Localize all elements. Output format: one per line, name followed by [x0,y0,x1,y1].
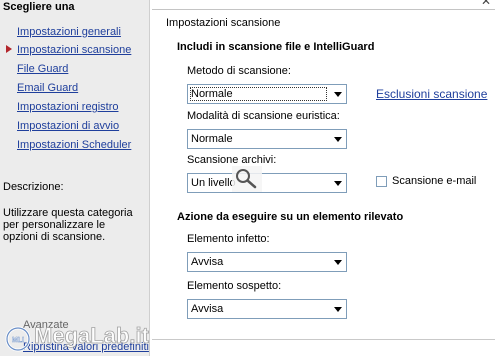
description-text: Utilizzare questa categoria per personal… [3,207,133,243]
include-group-title: Includi in scansione file e IntelliGuard [177,41,375,53]
suspicious-item-select[interactable]: Avvisa [187,299,347,319]
magnifier-cursor-icon [232,166,262,192]
sidebar: Scegliere una Impostazioni generali Impo… [0,0,150,356]
settings-panel: ✕ Impostazioni scansione Includi in scan… [152,0,495,356]
chevron-down-icon[interactable] [329,85,346,103]
chevron-down-icon[interactable] [329,130,346,148]
action-group-title: Azione da eseguire su un elemento rileva… [177,211,404,223]
megalab-watermark-logo: MLI MegaLab.it [5,323,150,352]
email-scan-label: Scansione e-mail [392,175,477,187]
scan-method-select[interactable]: Normale [187,84,347,104]
chevron-down-icon[interactable] [329,174,346,192]
sidebar-item-file-guard[interactable]: File Guard [17,63,68,75]
sidebar-item-scan-settings[interactable]: Impostazioni scansione [17,44,131,56]
scan-method-label: Metodo di scansione: [187,65,291,77]
infected-item-label: Elemento infetto: [187,233,270,245]
sidebar-item-general-settings[interactable]: Impostazioni generali [17,26,121,38]
bottom-divider [152,339,495,340]
sidebar-title: Scegliere una [3,1,75,13]
archive-scan-label: Scansione archivi: [187,154,277,166]
close-icon[interactable]: ✕ [481,0,491,8]
panel-top-strip: ✕ [152,0,495,10]
active-item-marker-icon [6,45,12,53]
chevron-down-icon[interactable] [329,300,346,318]
svg-text:MLI: MLI [12,337,24,344]
section-title: Impostazioni scansione [166,17,281,29]
sidebar-item-email-guard[interactable]: Email Guard [17,82,78,94]
svg-text:MegaLab.it: MegaLab.it [34,323,150,348]
chevron-down-icon[interactable] [329,253,346,271]
heuristic-mode-value: Normale [191,133,233,145]
scan-method-value: Normale [190,87,327,101]
infected-item-value: Avvisa [191,256,224,268]
suspicious-item-label: Elemento sospetto: [187,280,282,292]
archive-scan-value: Un livello [191,177,236,189]
sidebar-item-scheduler-settings[interactable]: Impostazioni Scheduler [17,139,131,151]
sidebar-item-registry-settings[interactable]: Impostazioni registro [17,101,119,113]
infected-item-select[interactable]: Avvisa [187,252,347,272]
email-scan-checkbox[interactable] [376,176,387,187]
scan-exclusions-link[interactable]: Esclusioni scansione [376,87,487,101]
heuristic-mode-label: Modalità di scansione euristica: [187,110,340,122]
heuristic-mode-select[interactable]: Normale [187,129,347,149]
description-label: Descrizione: [3,181,64,193]
sidebar-item-startup-settings[interactable]: Impostazioni di avvio [17,120,119,132]
archive-scan-select[interactable]: Un livello [187,173,347,193]
